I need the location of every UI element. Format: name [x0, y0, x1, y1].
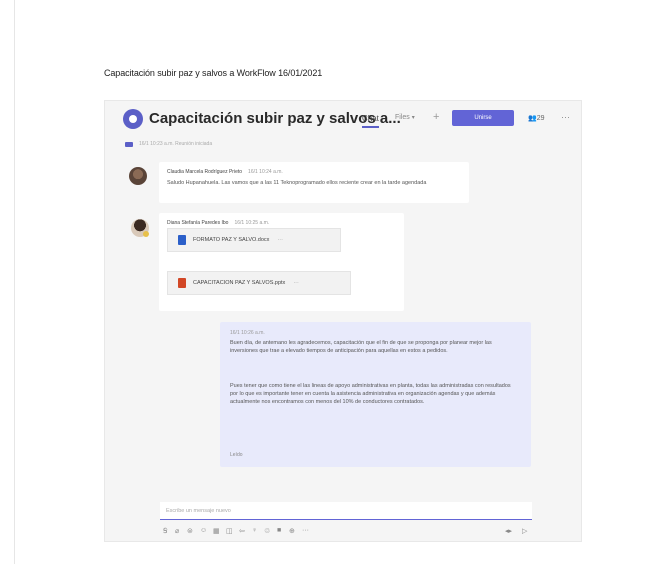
chevron-down-icon: ▾: [411, 115, 415, 121]
meeting-started-text: 16/1 10:23 a.m. Reunión iniciada: [139, 141, 213, 147]
add-tab-button[interactable]: +: [433, 111, 439, 123]
meeting-header: Capacitación subir paz y salvos a... Cha…: [105, 101, 581, 137]
people-icon: 👥: [528, 115, 537, 122]
compose-toolbar: Ꞩ ⌀ ⊜ ☺ ▦ ◫ ⇦ ♀ ♲ ■ ⊕ ···: [163, 527, 533, 539]
chat-message: Claudia Marcela Rodríguez Prieto 16/1 10:…: [159, 162, 469, 203]
teams-chat-window: Capacitación subir paz y salvos a... Cha…: [104, 100, 582, 542]
message-header: Claudia Marcela Rodríguez Prieto 16/1 10:…: [167, 169, 283, 175]
gif-icon[interactable]: ☺: [200, 527, 207, 534]
send-controls: ◂▸ ▷: [505, 527, 537, 535]
file-more-options[interactable]: ···: [277, 237, 283, 243]
message-time: 16/1 10:24 a.m.: [248, 169, 283, 175]
word-file-icon: [178, 235, 186, 245]
more-icon[interactable]: ···: [302, 527, 309, 534]
more-options-button[interactable]: ···: [561, 112, 570, 122]
compose-box[interactable]: [160, 502, 532, 520]
message-paragraph: Buen día, de antemano les agradecemos, c…: [230, 340, 492, 354]
sender-name: Diana Stefanía Paredes Ibo: [167, 220, 229, 226]
chat-message: Diana Stefanía Paredes Ibo 16/1 10:25 a.m…: [159, 213, 404, 311]
video-icon[interactable]: ■: [277, 527, 281, 534]
avatar[interactable]: [129, 167, 147, 185]
participants-count: 29: [536, 115, 545, 122]
schedule-icon[interactable]: ⇦: [239, 527, 245, 535]
file-more-options[interactable]: ···: [293, 280, 299, 286]
file-name: CAPACITACION PAZ Y SALVOS.pptx: [193, 280, 286, 286]
tab-files-label: Files: [395, 114, 410, 121]
tab-chat[interactable]: Chat: [362, 114, 379, 128]
meeting-avatar-icon: [123, 109, 143, 129]
apps-icon[interactable]: ⊕: [289, 527, 295, 535]
attach-icon[interactable]: ⌀: [175, 527, 179, 535]
read-receipt: Leído: [230, 452, 243, 458]
file-attachment-powerpoint[interactable]: CAPACITACION PAZ Y SALVOS.pptx ···: [167, 271, 351, 295]
message-input[interactable]: [160, 502, 532, 519]
page-edge: [14, 0, 15, 564]
message-time: 16/1 10:25 a.m.: [234, 220, 270, 226]
powerpoint-file-icon: [178, 278, 186, 288]
praise-icon[interactable]: ♀: [252, 527, 257, 534]
file-attachment-word[interactable]: FORMATO PAZ Y SALVO.docx ···: [167, 228, 341, 252]
dictate-icon[interactable]: ◂▸: [505, 528, 512, 535]
meet-icon[interactable]: ◫: [226, 527, 233, 535]
video-camera-icon: [125, 142, 133, 147]
message-time: 16/1 10:26 a.m.: [230, 330, 265, 336]
own-chat-message: 16/1 10:26 a.m. Buen día, de antemano le…: [220, 322, 531, 467]
participants-button[interactable]: 👥29: [528, 114, 545, 122]
status-badge: [143, 231, 149, 237]
loop-icon[interactable]: ♲: [264, 527, 270, 535]
message-text: Saludo Hupanahuela. Las vamos que a las …: [167, 180, 427, 186]
sender-name: Claudia Marcela Rodríguez Prieto: [167, 169, 243, 175]
format-icon[interactable]: Ꞩ: [163, 527, 167, 535]
message-paragraph: Pues tener que como tiene el las lineas …: [230, 383, 511, 405]
tab-files[interactable]: Files ▾: [395, 114, 415, 121]
emoji-icon[interactable]: ⊜: [187, 527, 193, 535]
file-name: FORMATO PAZ Y SALVO.docx: [193, 237, 270, 243]
message-header: Diana Stefanía Paredes Ibo 16/1 10:25 a.m…: [167, 220, 269, 226]
join-button[interactable]: Unirse: [452, 110, 514, 126]
send-icon[interactable]: ▷: [522, 528, 527, 535]
document-title: Capacitación subir paz y salvos a WorkFl…: [104, 68, 323, 78]
sticker-icon[interactable]: ▦: [213, 527, 220, 535]
